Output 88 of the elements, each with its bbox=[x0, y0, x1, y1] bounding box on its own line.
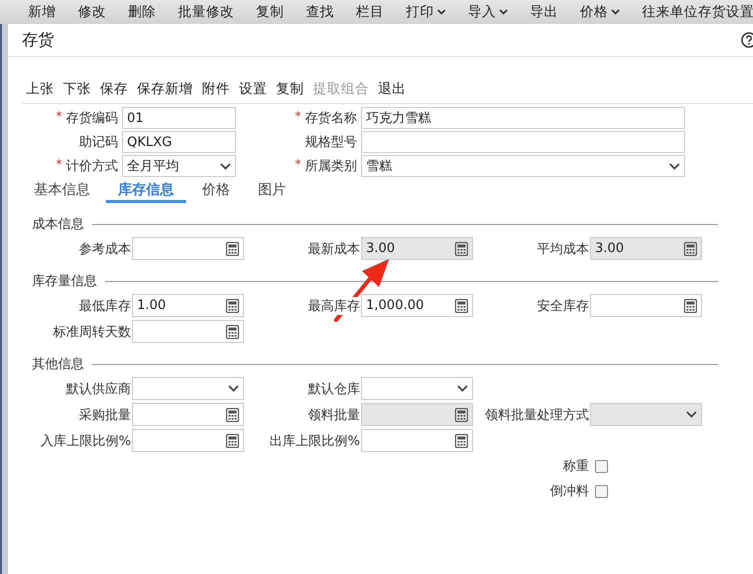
tab[interactable]: 图片 bbox=[246, 179, 298, 203]
dropdown-field[interactable]: 全月平均 bbox=[122, 155, 236, 177]
calculator-icon[interactable] bbox=[455, 434, 468, 448]
number-field[interactable] bbox=[361, 429, 473, 452]
toolbar-button[interactable]: 保存新增 bbox=[133, 80, 197, 98]
help-icon[interactable] bbox=[741, 32, 753, 48]
menu-item[interactable]: 打印 bbox=[395, 3, 457, 21]
dropdown-field[interactable] bbox=[361, 377, 473, 400]
toolbar-button[interactable]: 下张 bbox=[59, 80, 95, 98]
checkbox[interactable] bbox=[595, 484, 608, 498]
toolbar-button[interactable]: 上张 bbox=[22, 80, 58, 98]
calculator-icon[interactable] bbox=[684, 298, 697, 312]
calculator-icon[interactable] bbox=[226, 298, 239, 312]
field-label: 默认供应商 bbox=[66, 380, 132, 398]
menu-item[interactable]: 复制 bbox=[245, 3, 295, 21]
tab[interactable]: 基本信息 bbox=[22, 179, 102, 203]
chevron-down-icon bbox=[686, 411, 697, 418]
toolbar-button[interactable]: 附件 bbox=[198, 80, 234, 98]
toolbar-button[interactable]: 设置 bbox=[235, 80, 271, 98]
chevron-down-icon bbox=[499, 9, 508, 15]
chevron-down-icon bbox=[437, 9, 446, 15]
field-label: 领料批量 bbox=[308, 406, 361, 424]
field-label: 倒冲料 bbox=[550, 482, 590, 500]
field-label: 最新成本 bbox=[308, 240, 361, 258]
field-label: 采购批量 bbox=[79, 406, 132, 424]
field-label: 参考成本 bbox=[79, 240, 132, 258]
number-field[interactable] bbox=[132, 320, 244, 343]
field-label: 默认仓库 bbox=[308, 380, 361, 398]
menu-item[interactable]: 栏目 bbox=[345, 3, 395, 21]
field-label: 助记码 bbox=[79, 134, 118, 151]
menu-item[interactable]: 批量修改 bbox=[167, 3, 245, 21]
calculator-icon[interactable] bbox=[226, 242, 239, 256]
field-label: 标准周转天数 bbox=[53, 322, 132, 340]
section-title: 其他信息 bbox=[32, 356, 84, 373]
section-title: 库存量信息 bbox=[32, 273, 97, 290]
number-field[interactable] bbox=[590, 294, 702, 317]
toolbar-button[interactable]: 退出 bbox=[374, 80, 410, 98]
field-label: 最低库存 bbox=[79, 296, 132, 314]
section-title: 成本信息 bbox=[32, 216, 84, 233]
menu-item[interactable]: 导出 bbox=[519, 3, 569, 21]
required-mark: * bbox=[295, 157, 301, 171]
input-field[interactable]: 巧克力雪糕 bbox=[361, 107, 685, 129]
menu-item[interactable]: 查找 bbox=[295, 3, 345, 21]
input-field[interactable]: 01 bbox=[122, 107, 236, 129]
calculator-icon[interactable] bbox=[226, 324, 239, 338]
field-label: 领料批量处理方式 bbox=[485, 406, 590, 424]
input-field[interactable]: QKLXG bbox=[122, 131, 236, 153]
calculator-icon[interactable] bbox=[226, 408, 239, 422]
field-label: 最高库存 bbox=[308, 296, 361, 314]
number-field[interactable]: 1.00 bbox=[132, 294, 244, 317]
field-label: 所属类别 bbox=[305, 158, 357, 175]
calculator-icon[interactable] bbox=[455, 298, 468, 312]
calculator-icon[interactable] bbox=[226, 434, 239, 448]
field-label: 计价方式 bbox=[66, 158, 118, 175]
field-label: 存货名称 bbox=[305, 110, 357, 127]
number-field[interactable] bbox=[132, 237, 244, 260]
menu-item[interactable]: 删除 bbox=[117, 3, 167, 21]
field-label: 存货编码 bbox=[66, 110, 118, 127]
chevron-down-icon bbox=[669, 162, 680, 170]
chevron-down-icon bbox=[220, 162, 231, 170]
required-mark: * bbox=[295, 109, 301, 123]
checkbox[interactable] bbox=[595, 460, 608, 472]
input-field[interactable] bbox=[361, 131, 685, 153]
dropdown-field[interactable] bbox=[132, 377, 244, 400]
field-label: 平均成本 bbox=[537, 240, 590, 258]
menu-item[interactable]: 价格 bbox=[569, 3, 631, 21]
menu-item[interactable]: 修改 bbox=[67, 3, 117, 21]
tab[interactable]: 价格 bbox=[190, 179, 242, 203]
field-label: 出库上限比例% bbox=[270, 432, 361, 450]
tab[interactable]: 库存信息 bbox=[106, 179, 186, 203]
toolbar-button[interactable]: 保存 bbox=[96, 80, 132, 98]
field-label: 入库上限比例% bbox=[40, 432, 132, 450]
chevron-down-icon bbox=[611, 9, 620, 15]
chevron-down-icon bbox=[228, 385, 239, 392]
dropdown-field[interactable]: 雪糕 bbox=[361, 155, 685, 177]
number-field[interactable]: 1,000.00 bbox=[361, 294, 473, 317]
menu-item[interactable]: 新增 bbox=[17, 3, 67, 21]
number-field[interactable] bbox=[132, 403, 244, 426]
required-mark: * bbox=[56, 157, 62, 171]
required-mark: * bbox=[56, 109, 62, 123]
number-field[interactable] bbox=[132, 429, 244, 452]
field-label: 安全库存 bbox=[537, 296, 590, 314]
dialog-title: 存货 bbox=[22, 30, 54, 50]
menu-item[interactable]: 导入 bbox=[457, 3, 519, 21]
chevron-down-icon bbox=[457, 385, 468, 392]
toolbar-button[interactable]: 复制 bbox=[272, 80, 308, 98]
field-label: 称重 bbox=[563, 457, 590, 475]
field-label: 规格型号 bbox=[305, 134, 357, 151]
